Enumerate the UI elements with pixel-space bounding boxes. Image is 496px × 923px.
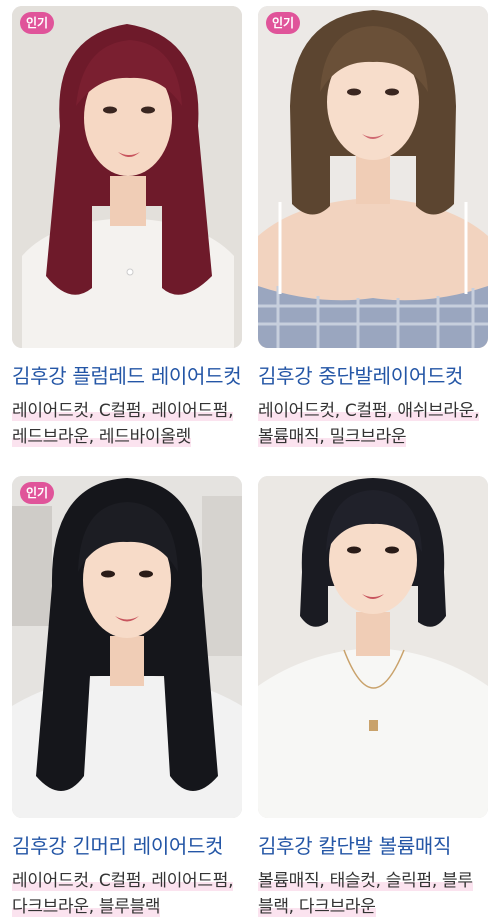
tags-text: 레이어드컷, C컬펌, 애쉬브라운, 볼륨매직, 밀크브라운 (258, 401, 480, 447)
hairstyle-title[interactable]: 김후강 칼단발 볼륨매직 (258, 832, 488, 860)
portrait-image (258, 476, 488, 818)
popular-badge: 인기 (266, 12, 301, 34)
hairstyle-photo[interactable]: 인기 (12, 476, 242, 818)
popular-badge: 인기 (20, 482, 55, 504)
hairstyle-tags: 레이어드컷, C컬펌, 레이어드펌, 레드브라운, 레드바이올렛 (12, 398, 242, 450)
clothing-top (258, 648, 488, 818)
hairstyle-tags: 볼륨매직, 태슬컷, 슬릭펌, 블루블랙, 다크브라운 (258, 868, 488, 920)
portrait-image (258, 6, 488, 348)
hairstyle-tags: 레이어드컷, C컬펌, 레이어드펌, 다크브라운, 블루블랙 (12, 868, 242, 920)
hairstyle-photo[interactable] (258, 476, 488, 818)
popular-badge: 인기 (20, 12, 55, 34)
hairstyle-tags: 레이어드컷, C컬펌, 애쉬브라운, 볼륨매직, 밀크브라운 (258, 398, 488, 450)
hairstyle-title[interactable]: 김후강 플럼레드 레이어드컷 (12, 362, 242, 390)
tags-text: 레이어드컷, C컬펌, 레이어드펌, 다크브라운, 블루블랙 (12, 871, 234, 917)
hairstyle-card[interactable]: 인기 김후강 중단발레이어드컷 레이어드컷, C컬펌, 애쉬브라운, 볼륨매직,… (258, 6, 488, 450)
hairstyle-title[interactable]: 김후강 긴머리 레이어드컷 (12, 832, 242, 860)
hairstyle-card[interactable]: 인기 김후강 플럼레드 레이어드컷 레이어드컷, C컬펌, 레이어드펌, 레드브… (12, 6, 242, 450)
tags-text: 레이어드컷, C컬펌, 레이어드펌, 레드브라운, 레드바이올렛 (12, 401, 234, 447)
hairstyle-photo[interactable]: 인기 (258, 6, 488, 348)
tags-text: 볼륨매직, 태슬컷, 슬릭펌, 블루블랙, 다크브라운 (258, 871, 473, 917)
portrait-image (12, 476, 242, 818)
hairstyle-card[interactable]: 김후강 칼단발 볼륨매직 볼륨매직, 태슬컷, 슬릭펌, 블루블랙, 다크브라운 (258, 476, 488, 920)
hairstyle-title[interactable]: 김후강 중단발레이어드컷 (258, 362, 488, 390)
hairstyle-photo[interactable]: 인기 (12, 6, 242, 348)
hairstyle-grid: 인기 김후강 플럼레드 레이어드컷 레이어드컷, C컬펌, 레이어드펌, 레드브… (0, 0, 496, 923)
portrait-image (12, 6, 242, 348)
hairstyle-card[interactable]: 인기 김후강 긴머리 레이어드컷 레이어드컷, C컬펌, 레이어드펌, 다크브라… (12, 476, 242, 920)
